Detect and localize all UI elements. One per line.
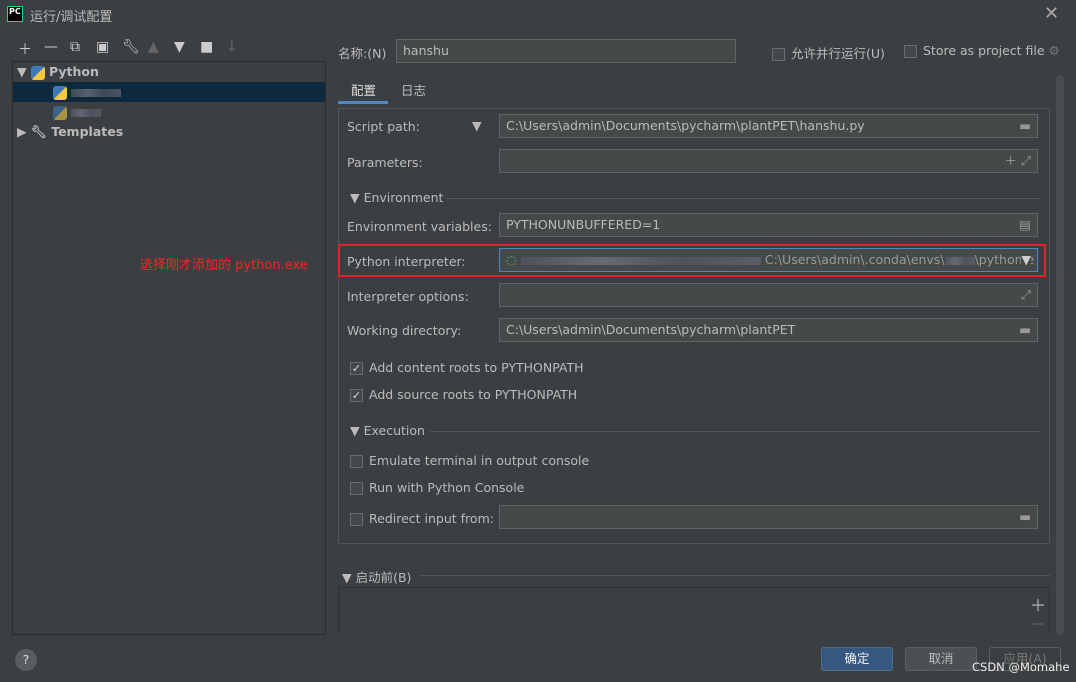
interpreter-label: Python interpreter: (347, 254, 466, 269)
env-vars-input[interactable]: PYTHONUNBUFFERED=1 ▤ (499, 213, 1038, 237)
python-icon (53, 105, 67, 120)
before-launch-section[interactable]: ▼ 启动前(B) (342, 567, 1050, 585)
interp-options-input[interactable]: ⤢ (499, 283, 1038, 307)
tab-log[interactable]: 日志 (401, 80, 426, 99)
tree-config[interactable] (13, 102, 325, 122)
arrow-down-icon[interactable]: ▼ (174, 39, 185, 55)
arrow-up-icon[interactable]: ▲ (148, 39, 159, 55)
workdir-label: Working directory: (347, 323, 462, 338)
parameters-label: Parameters: (347, 155, 423, 170)
close-icon[interactable]: ✕ (1044, 3, 1059, 24)
tree-config-selected[interactable] (13, 82, 325, 102)
interp-options-label: Interpreter options: (347, 289, 469, 304)
scrollbar[interactable] (1056, 75, 1064, 635)
annotation-text: 选择刚才添加的 python.exe (140, 258, 308, 273)
folder-icon: ▬ (1019, 118, 1031, 133)
interpreter-select[interactable]: ◌ C:\Users\admin\.conda\envs\ \python.e ▼ (499, 248, 1038, 272)
minus-icon[interactable]: — (44, 39, 58, 55)
cancel-button[interactable]: 取消 (905, 647, 977, 671)
name-label: 名称:(N) (338, 46, 387, 61)
tree-templates[interactable]: ▶ 🔧︎ Templates (13, 122, 325, 142)
help-icon[interactable]: ? (15, 649, 37, 671)
folder-icon: ▬ (1019, 322, 1031, 337)
chevron-down-icon: ▼ (1021, 249, 1031, 271)
parameters-input[interactable]: ＋ ⤢ (499, 149, 1038, 173)
redirect-input[interactable]: ▬ (499, 505, 1038, 529)
save-icon[interactable]: ▣ (96, 39, 109, 55)
active-tab-indicator (338, 101, 388, 104)
wrench-icon[interactable]: 🔧︎ (122, 39, 140, 55)
workdir-input[interactable]: C:\Users\admin\Documents\pycharm\plantPE… (499, 318, 1038, 342)
environment-section[interactable]: ▼ Environment (350, 190, 1040, 205)
emulate-checkbox[interactable]: Emulate terminal in output console (350, 453, 589, 468)
env-vars-label: Environment variables: (347, 219, 492, 234)
copy-icon[interactable]: ⧉ (70, 39, 80, 55)
python-icon (53, 85, 67, 100)
folder-icon: ▬ (1019, 509, 1031, 524)
parallel-checkbox[interactable]: 允许并行运行(U) (772, 43, 885, 62)
expand-icon: ⤢ (1020, 287, 1031, 302)
new-folder-icon[interactable]: ■ (200, 39, 213, 55)
gear-icon: ⚙ (1048, 43, 1060, 58)
before-launch-list (338, 587, 1050, 635)
config-tree: ▼ Python ▶ 🔧︎ Templates (12, 61, 326, 635)
document-icon: ▤ (1019, 217, 1031, 232)
store-checkbox[interactable]: Store as project file ⚙ (904, 43, 1060, 58)
wrench-icon: 🔧︎ (30, 124, 47, 139)
redirect-checkbox[interactable]: Redirect input from: (350, 511, 494, 526)
plus-icon[interactable]: ＋ (18, 39, 32, 59)
content-roots-checkbox[interactable]: ✓ Add content roots to PYTHONPATH (350, 360, 584, 375)
script-type-dropdown-icon[interactable]: ▼ (472, 118, 482, 133)
loading-icon: ◌ (506, 252, 517, 267)
window-title: 运行/调试配置 (30, 10, 113, 25)
pycharm-logo: PC (7, 6, 23, 22)
script-path-input[interactable]: C:\Users\admin\Documents\pycharm\plantPE… (499, 114, 1038, 138)
python-icon (30, 65, 45, 80)
tree-python[interactable]: ▼ Python (13, 62, 325, 82)
execution-section[interactable]: ▼ Execution (350, 423, 1040, 438)
tab-config[interactable]: 配置 (351, 80, 376, 99)
add-task-icon[interactable]: ＋ (1030, 592, 1046, 616)
source-roots-checkbox[interactable]: ✓ Add source roots to PYTHONPATH (350, 387, 577, 402)
watermark: CSDN @Momahe (972, 660, 1070, 674)
sort-icon[interactable]: ↓ (226, 39, 238, 55)
name-input[interactable]: hanshu (396, 39, 736, 63)
python-console-checkbox[interactable]: Run with Python Console (350, 480, 524, 495)
expand-icon: ＋ ⤢ (1004, 153, 1031, 168)
remove-task-icon[interactable]: — (1030, 616, 1044, 632)
script-path-label: Script path: (347, 119, 420, 134)
ok-button[interactable]: 确定 (821, 647, 893, 671)
